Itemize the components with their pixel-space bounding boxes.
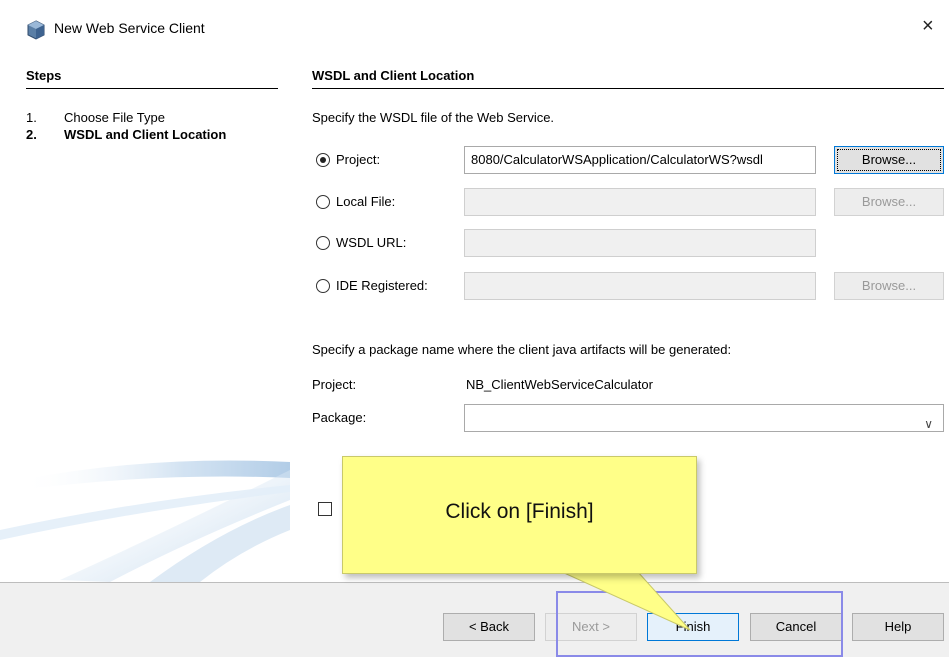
local-file-field[interactable] [464,188,816,216]
project-wsdl-field[interactable]: 8080/CalculatorWSApplication/CalculatorW… [464,146,816,174]
radio-local-file[interactable] [316,195,330,209]
project-name-value: NB_ClientWebServiceCalculator [466,377,653,392]
section-heading: WSDL and Client Location [312,68,475,83]
ide-registered-field[interactable] [464,272,816,300]
radio-project-label[interactable]: Project: [336,152,380,167]
radio-ide-registered-label[interactable]: IDE Registered: [336,278,428,293]
step-item: 1. Choose File Type [26,110,165,125]
radio-wsdl-url[interactable] [316,236,330,250]
close-icon[interactable]: × [922,16,934,36]
step-item-current: 2. WSDL and Client Location [26,127,227,142]
steps-heading: Steps [26,68,62,83]
browse-local-file-button[interactable]: Browse... [834,188,944,216]
section-divider [312,88,944,89]
radio-wsdl-url-label[interactable]: WSDL URL: [336,235,406,250]
chevron-down-icon[interactable]: ∨ [924,411,933,431]
package-dropdown[interactable]: ∨ [464,404,944,432]
wsdl-url-field[interactable] [464,229,816,257]
netbeans-cube-icon [27,20,45,40]
back-button[interactable]: < Back [443,613,535,641]
checkbox-option[interactable] [318,502,332,516]
project-label: Project: [312,377,357,392]
radio-project[interactable] [316,153,330,167]
package-label: Package: [312,410,367,425]
window-title: New Web Service Client [54,20,205,36]
browse-ide-registered-button[interactable]: Browse... [834,272,944,300]
wsdl-prompt: Specify the WSDL file of the Web Service… [312,110,555,125]
browse-project-button[interactable]: Browse... [834,146,944,174]
steps-divider [26,88,278,89]
radio-local-file-label[interactable]: Local File: [336,194,395,209]
help-button[interactable]: Help [852,613,944,641]
package-prompt: Specify a package name where the client … [312,342,732,357]
radio-ide-registered[interactable] [316,279,330,293]
callout-text: Click on [Finish] [445,500,594,523]
